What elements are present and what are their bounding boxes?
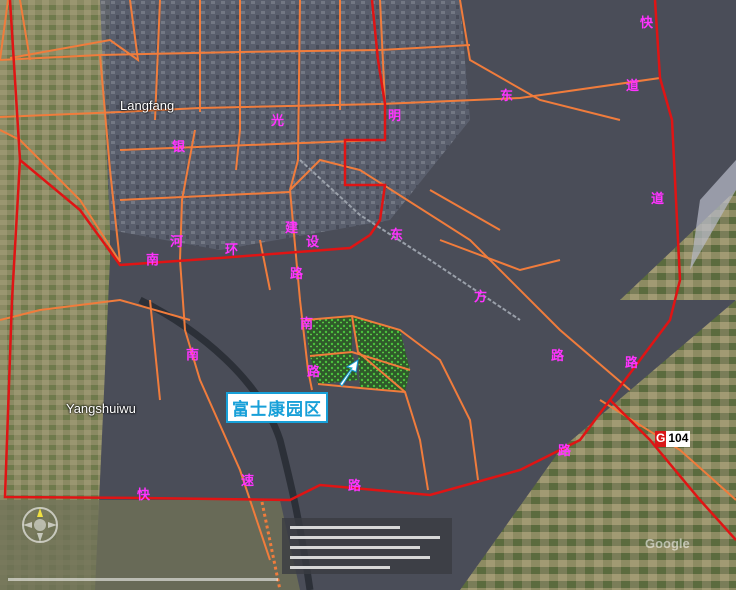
road-label-he: 河: [170, 235, 184, 250]
google-watermark: Google: [645, 536, 690, 551]
road-label-kuai-top: 快: [640, 16, 654, 31]
road-label-nan-jianshe: 南: [300, 317, 314, 332]
road-label-lu-right: 路: [625, 356, 639, 371]
compass-icon[interactable]: [20, 505, 60, 545]
road-label-su: 速: [241, 474, 255, 489]
road-label-she: 设: [306, 235, 320, 250]
road-label-kuai-bottom: 快: [137, 488, 151, 503]
road-label-yin: 银: [172, 140, 186, 155]
road-label-fang-east: 方: [474, 290, 488, 305]
place-yangshuiwu: Yangshuiwu: [66, 401, 136, 416]
road-label-dong: 东: [500, 89, 514, 104]
place-langfang: Langfang: [120, 98, 175, 113]
highway-prefix: G: [655, 431, 667, 447]
road-label-huan: 环: [225, 243, 239, 258]
highway-shield-g104: G 104: [655, 431, 691, 447]
foxconn-park-callout: 富士康园区: [226, 392, 328, 423]
road-label-ming: 明: [388, 109, 402, 124]
road-label-nan-yinhe: 南: [146, 253, 160, 268]
road-label-lu-yinhe: 路: [307, 365, 321, 380]
road-label-lu-bottom: 路: [348, 479, 362, 494]
road-label-dong-east: 东: [390, 228, 404, 243]
road-label-lu-jianshe: 路: [290, 267, 304, 282]
road-label-lu-east: 路: [551, 349, 565, 364]
status-strip: [8, 578, 278, 581]
road-label-lu-bottom2: 路: [558, 444, 572, 459]
road-label-dao-east: 道: [626, 79, 640, 94]
road-label-guang: 光: [271, 114, 285, 129]
road-label-nan-yinhe2: 南: [186, 348, 200, 363]
map-view[interactable]: Langfang Yangshuiwu 光 明 东 道 银 河 南 环 建 设 …: [0, 0, 736, 590]
road-label-jian: 建: [285, 221, 299, 236]
road-label-dao-right: 道: [651, 192, 665, 207]
highway-number: 104: [666, 431, 691, 447]
